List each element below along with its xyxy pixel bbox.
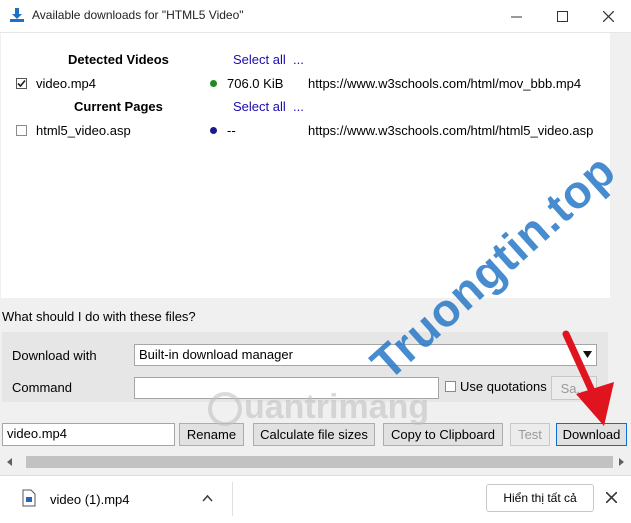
maximize-button[interactable] [539,0,585,32]
downloads-list: Detected Videos Select all ... video.mp4… [1,33,610,298]
maximize-icon [556,10,568,22]
chevron-down-icon [583,351,592,358]
horizontal-scrollbar[interactable] [26,456,613,468]
more-pages-link[interactable]: ... [293,99,304,114]
select-all-videos-link[interactable]: Select all [233,52,286,67]
minimize-button[interactable] [493,0,539,32]
vertical-scrollbar[interactable] [611,33,630,298]
file-url: https://www.w3schools.com/html/mov_bbb.m… [308,76,582,91]
command-label: Command [12,380,72,395]
more-videos-link[interactable]: ... [293,52,304,67]
close-button[interactable] [585,0,631,32]
command-input[interactable] [134,377,439,399]
file-size: 706.0 KiB [227,76,284,91]
rename-button[interactable]: Rename [179,423,244,446]
chevron-up-icon[interactable] [202,494,213,502]
filename-input[interactable]: video.mp4 [2,423,175,446]
checkmark-icon [17,79,26,88]
divider [232,482,233,516]
minimize-icon [510,16,522,17]
select-all-pages-link[interactable]: Select all [233,99,286,114]
scroll-left-icon[interactable] [6,457,14,467]
download-button[interactable]: Download [556,423,627,446]
close-icon[interactable] [606,492,617,503]
show-all-button[interactable]: Hiển thị tất cả [486,484,594,512]
options-question: What should I do with these files? [2,309,196,324]
use-quotations-label: Use quotations [460,379,547,394]
download-item-name[interactable]: video (1).mp4 [50,492,129,507]
title-bar: Available downloads for "HTML5 Video" [0,0,631,33]
use-quotations-checkbox[interactable] [445,381,456,392]
section-header-detected-videos: Detected Videos [68,52,169,67]
save-button[interactable]: Sa... [551,376,597,400]
close-icon [602,10,614,22]
file-url: https://www.w3schools.com/html/html5_vid… [308,123,594,138]
status-dot-blue [210,127,217,134]
window-title: Available downloads for "HTML5 Video" [32,8,244,22]
section-header-current-pages: Current Pages [74,99,163,114]
download-with-label: Download with [12,348,97,363]
scroll-right-icon[interactable] [617,457,625,467]
file-size: -- [227,123,236,138]
row-checkbox-video[interactable] [16,78,27,89]
file-icon [22,489,36,507]
calculate-sizes-button[interactable]: Calculate file sizes [253,423,375,446]
row-checkbox-page[interactable] [16,125,27,136]
status-dot-green [210,80,217,87]
download-with-value: Built-in download manager [139,347,293,362]
file-name: video.mp4 [36,76,96,91]
copy-to-clipboard-button[interactable]: Copy to Clipboard [383,423,503,446]
file-name: html5_video.asp [36,123,131,138]
download-with-select[interactable]: Built-in download manager [134,344,597,366]
test-button[interactable]: Test [510,423,550,446]
download-arrow-icon [10,8,24,22]
browser-download-bar: video (1).mp4 Hiển thị tất cả [0,475,631,523]
